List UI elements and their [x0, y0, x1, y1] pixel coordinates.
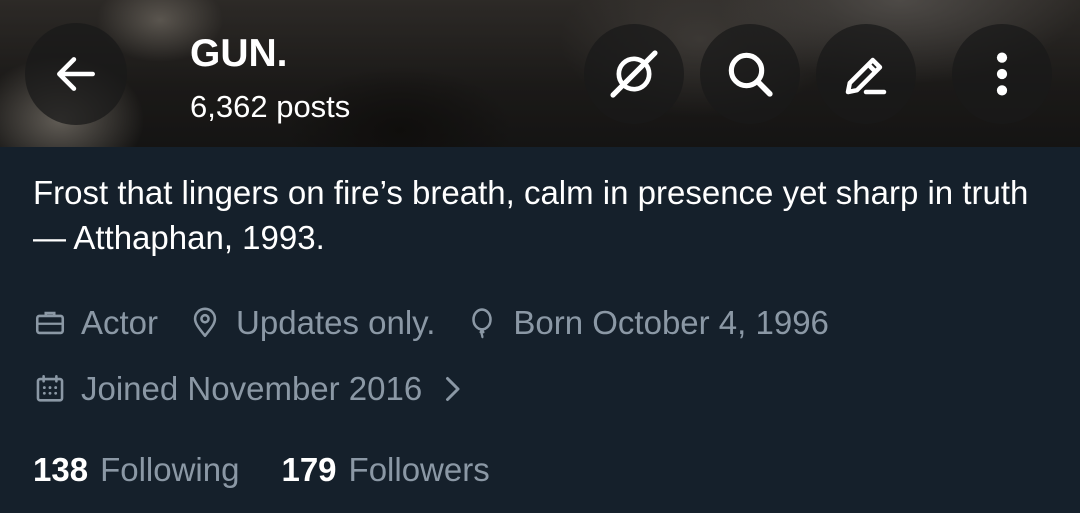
search-button[interactable]: [700, 24, 800, 124]
back-button[interactable]: [25, 23, 127, 125]
more-vertical-icon: [996, 52, 1008, 96]
profile-location: Updates only.: [188, 303, 435, 343]
posts-count: 6,362 posts: [190, 88, 350, 126]
joined-text: Joined November 2016: [81, 370, 423, 407]
posts-count-label: posts: [276, 89, 351, 124]
chevron-right-icon: [440, 374, 478, 404]
more-options-button[interactable]: [952, 24, 1052, 124]
profile-page: GUN. 6,362 posts Frost that lingers on f…: [0, 0, 1080, 513]
location-pin-icon: [193, 307, 217, 338]
profile-joined-row[interactable]: Joined November 2016: [33, 369, 508, 409]
followers-label: Followers: [348, 451, 490, 488]
location-text: Updates only.: [236, 304, 436, 341]
profile-meta-row: Actor Updates only. Born October 4, 1996: [33, 303, 859, 343]
grok-button[interactable]: [584, 24, 684, 124]
following-label: Following: [100, 451, 240, 488]
edit-profile-button[interactable]: [816, 24, 916, 124]
back-arrow-icon: [57, 57, 95, 91]
search-icon: [728, 52, 773, 97]
category-text: Actor: [81, 304, 159, 341]
profile-joined[interactable]: Joined November 2016: [33, 369, 478, 409]
following-count: 138: [33, 451, 89, 488]
edit-pen-icon: [845, 57, 887, 95]
profile-bio: Frost that lingers on fire’s breath, cal…: [33, 174, 1029, 256]
birthday-text: Born October 4, 1996: [513, 304, 829, 341]
profile-birthday: Born October 4, 1996: [465, 303, 829, 343]
profile-category: Actor: [33, 303, 158, 343]
briefcase-icon: [35, 311, 65, 335]
balloon-icon: [472, 308, 493, 339]
followers-count: 179: [281, 451, 337, 488]
posts-count-number: 6,362: [190, 89, 268, 124]
profile-header: GUN. 6,362 posts: [0, 0, 1080, 147]
page-title: GUN.: [190, 32, 288, 75]
follow-stats: 138 Following 179 Followers: [33, 450, 532, 490]
calendar-icon: [36, 374, 64, 402]
following-link[interactable]: 138 Following: [33, 450, 239, 490]
followers-link[interactable]: 179 Followers: [281, 450, 489, 490]
grok-icon: [610, 50, 658, 98]
